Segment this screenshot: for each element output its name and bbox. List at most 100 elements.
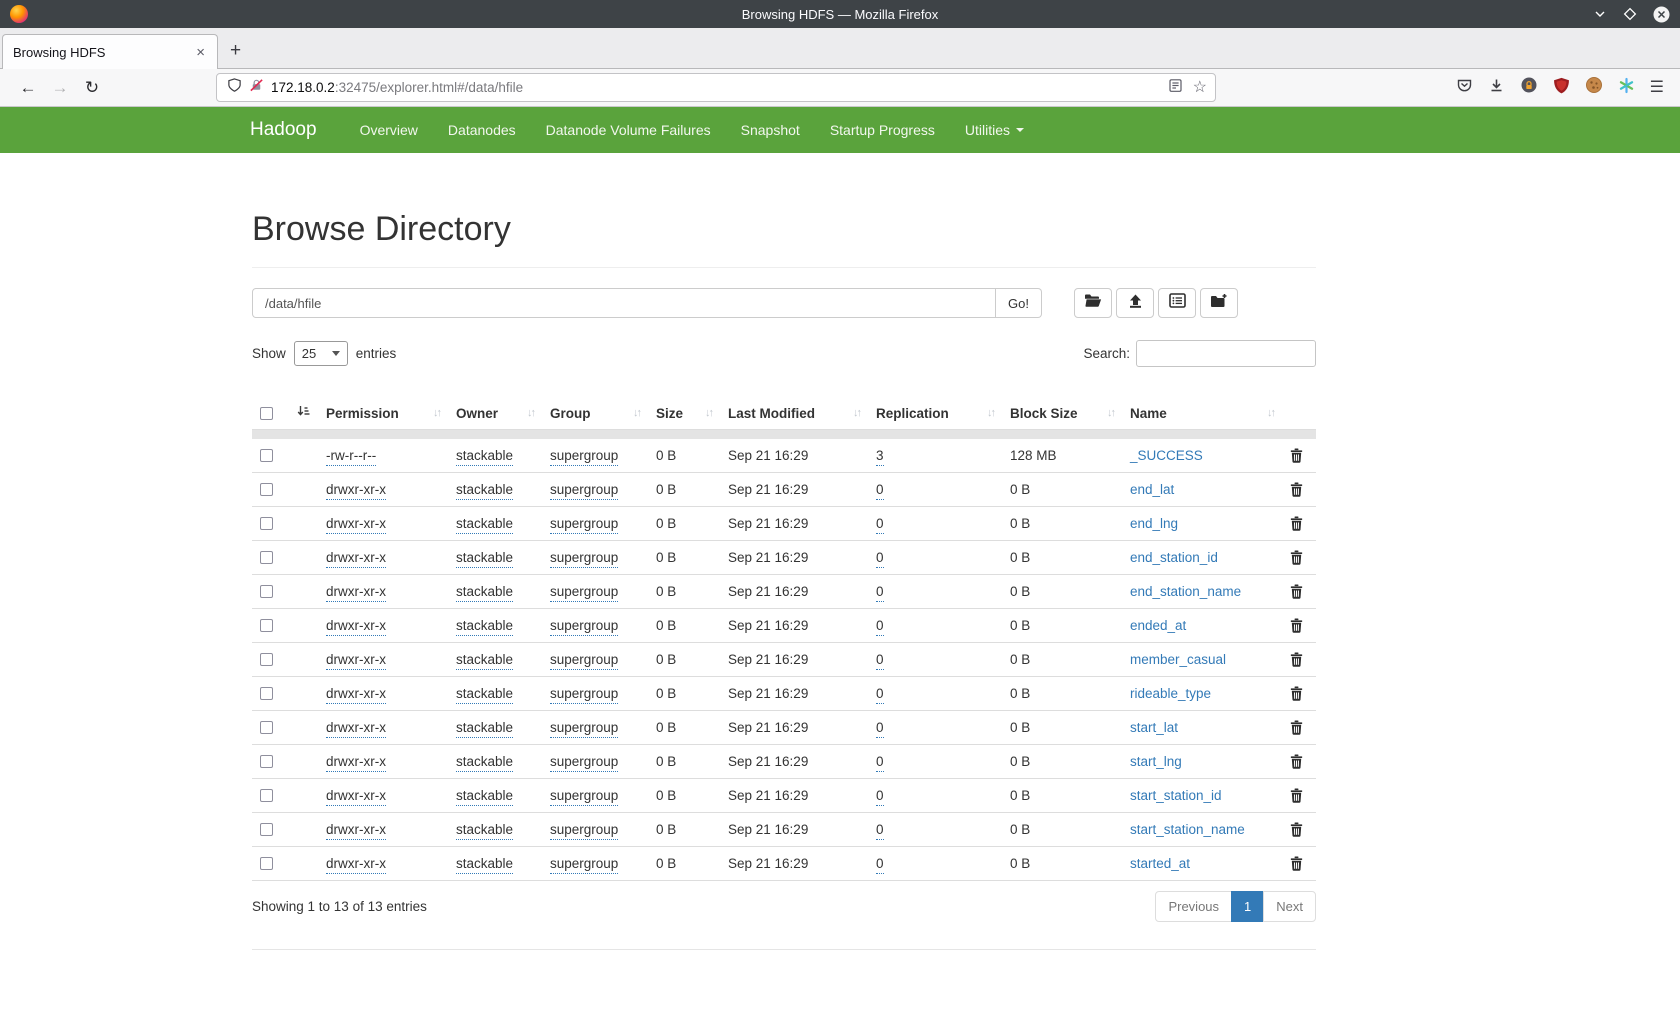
- replication-value[interactable]: 0: [876, 652, 884, 670]
- reload-icon[interactable]: ↻: [76, 78, 108, 98]
- permission-value[interactable]: drwxr-xr-x: [326, 584, 386, 602]
- permission-value[interactable]: drwxr-xr-x: [326, 550, 386, 568]
- owner-value[interactable]: stackable: [456, 754, 513, 772]
- pocket-icon[interactable]: [1456, 77, 1473, 99]
- group-value[interactable]: supergroup: [550, 618, 618, 636]
- header-size[interactable]: Size↓↑: [648, 397, 720, 430]
- owner-value[interactable]: stackable: [456, 856, 513, 874]
- replication-value[interactable]: 0: [876, 482, 884, 500]
- reader-view-icon[interactable]: [1168, 78, 1183, 98]
- select-all-checkbox[interactable]: [260, 407, 273, 420]
- row-checkbox[interactable]: [260, 483, 273, 496]
- tab-close-icon[interactable]: ×: [194, 44, 207, 61]
- row-checkbox[interactable]: [260, 653, 273, 666]
- group-value[interactable]: supergroup: [550, 754, 618, 772]
- group-value[interactable]: supergroup: [550, 788, 618, 806]
- header-last-modified[interactable]: Last Modified↓↑: [720, 397, 868, 430]
- replication-value[interactable]: 3: [876, 448, 884, 466]
- downloads-icon[interactable]: [1488, 77, 1505, 99]
- url-text[interactable]: 172.18.0.2:32475/explorer.html#/data/hfi…: [271, 80, 1161, 95]
- sort-active-icon[interactable]: [297, 405, 310, 421]
- row-checkbox[interactable]: [260, 517, 273, 530]
- row-checkbox[interactable]: [260, 721, 273, 734]
- file-link[interactable]: member_casual: [1130, 652, 1226, 667]
- menu-icon[interactable]: ☰: [1650, 80, 1664, 96]
- replication-value[interactable]: 0: [876, 618, 884, 636]
- file-link[interactable]: ended_at: [1130, 618, 1186, 633]
- file-link[interactable]: started_at: [1130, 856, 1190, 871]
- owner-value[interactable]: stackable: [456, 584, 513, 602]
- permission-value[interactable]: drwxr-xr-x: [326, 516, 386, 534]
- group-value[interactable]: supergroup: [550, 652, 618, 670]
- replication-value[interactable]: 0: [876, 516, 884, 534]
- file-link[interactable]: rideable_type: [1130, 686, 1211, 701]
- shield-icon[interactable]: [227, 77, 242, 98]
- row-checkbox[interactable]: [260, 823, 273, 836]
- delete-file-button[interactable]: [1290, 550, 1308, 565]
- multi-account-extension-icon[interactable]: [1618, 77, 1635, 99]
- group-value[interactable]: supergroup: [550, 686, 618, 704]
- replication-value[interactable]: 0: [876, 686, 884, 704]
- minimize-icon[interactable]: [1593, 7, 1607, 21]
- replication-value[interactable]: 0: [876, 550, 884, 568]
- file-link[interactable]: start_lat: [1130, 720, 1178, 735]
- file-link[interactable]: end_lat: [1130, 482, 1174, 497]
- group-value[interactable]: supergroup: [550, 482, 618, 500]
- new-tab-button[interactable]: +: [218, 40, 253, 68]
- group-value[interactable]: supergroup: [550, 584, 618, 602]
- permission-value[interactable]: drwxr-xr-x: [326, 788, 386, 806]
- tab-browsing-hdfs[interactable]: Browsing HDFS ×: [2, 34, 218, 69]
- permission-value[interactable]: drwxr-xr-x: [326, 686, 386, 704]
- file-link[interactable]: end_station_id: [1130, 550, 1218, 565]
- ublock-origin-icon[interactable]: [1553, 77, 1570, 99]
- row-checkbox[interactable]: [260, 789, 273, 802]
- owner-value[interactable]: stackable: [456, 788, 513, 806]
- delete-file-button[interactable]: [1290, 754, 1308, 769]
- close-icon[interactable]: [1653, 6, 1670, 23]
- path-input[interactable]: [252, 288, 996, 318]
- group-value[interactable]: supergroup: [550, 448, 618, 466]
- owner-value[interactable]: stackable: [456, 550, 513, 568]
- row-checkbox[interactable]: [260, 755, 273, 768]
- delete-file-button[interactable]: [1290, 720, 1308, 735]
- permission-value[interactable]: drwxr-xr-x: [326, 720, 386, 738]
- owner-value[interactable]: stackable: [456, 482, 513, 500]
- next-page-button[interactable]: Next: [1263, 891, 1316, 922]
- permission-value[interactable]: drwxr-xr-x: [326, 856, 386, 874]
- upload-file-button[interactable]: [1116, 288, 1154, 318]
- delete-file-button[interactable]: [1290, 652, 1308, 667]
- bookmark-star-icon[interactable]: ☆: [1193, 80, 1207, 96]
- file-link[interactable]: start_station_name: [1130, 822, 1245, 837]
- privacy-extension-icon[interactable]: [1520, 76, 1538, 99]
- row-checkbox[interactable]: [260, 551, 273, 564]
- permission-value[interactable]: drwxr-xr-x: [326, 652, 386, 670]
- owner-value[interactable]: stackable: [456, 516, 513, 534]
- header-group[interactable]: Group↓↑: [542, 397, 648, 430]
- file-link[interactable]: start_station_id: [1130, 788, 1222, 803]
- nav-datanode-volume-failures[interactable]: Datanode Volume Failures: [531, 122, 726, 138]
- nav-utilities-dropdown[interactable]: Utilities: [950, 122, 1039, 138]
- group-value[interactable]: supergroup: [550, 550, 618, 568]
- go-button[interactable]: Go!: [996, 288, 1042, 318]
- file-link[interactable]: end_lng: [1130, 516, 1178, 531]
- owner-value[interactable]: stackable: [456, 618, 513, 636]
- row-checkbox[interactable]: [260, 619, 273, 632]
- replication-value[interactable]: 0: [876, 788, 884, 806]
- permission-value[interactable]: drwxr-xr-x: [326, 822, 386, 840]
- header-owner[interactable]: Owner↓↑: [448, 397, 542, 430]
- back-icon[interactable]: ←: [12, 78, 44, 98]
- header-replication[interactable]: Replication↓↑: [868, 397, 1002, 430]
- nav-overview[interactable]: Overview: [345, 122, 433, 138]
- row-checkbox[interactable]: [260, 687, 273, 700]
- nav-datanodes[interactable]: Datanodes: [433, 122, 531, 138]
- create-directory-button[interactable]: [1200, 288, 1238, 318]
- permission-value[interactable]: drwxr-xr-x: [326, 754, 386, 772]
- page-size-select[interactable]: 25: [294, 341, 348, 366]
- url-bar[interactable]: 172.18.0.2:32475/explorer.html#/data/hfi…: [216, 73, 1216, 102]
- delete-file-button[interactable]: [1290, 788, 1308, 803]
- replication-value[interactable]: 0: [876, 822, 884, 840]
- header-permission[interactable]: Permission↓↑: [318, 397, 448, 430]
- row-checkbox[interactable]: [260, 857, 273, 870]
- file-link[interactable]: start_lng: [1130, 754, 1182, 769]
- group-value[interactable]: supergroup: [550, 822, 618, 840]
